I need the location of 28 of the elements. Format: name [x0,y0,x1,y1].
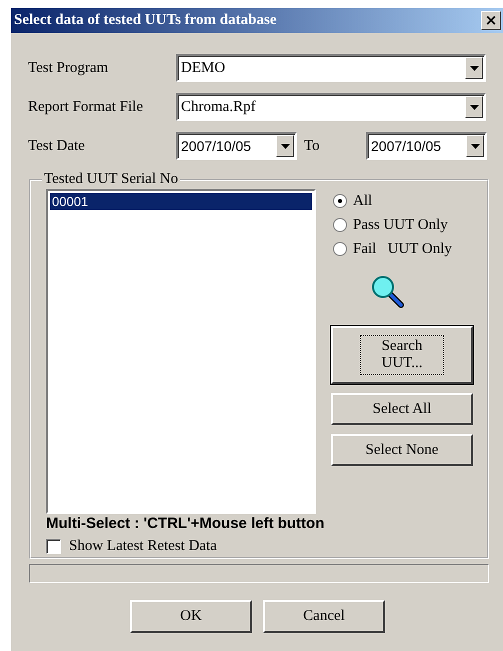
radio-label[interactable]: Pass UUT Only [353,216,448,234]
field-label: Report Format File [28,98,144,116]
dialog-button[interactable]: Cancel [263,600,385,633]
radio-label[interactable]: Fail UUT Only [353,240,452,258]
magnifier-icon [371,275,405,309]
list-item[interactable]: 00001 [50,193,312,210]
radio-button[interactable] [333,194,347,208]
window-title: Select data of tested UUTs from database [14,12,276,29]
radio-button[interactable] [333,218,347,232]
date-picker[interactable]: 2007/10/05 [366,132,487,160]
field-label: Test Program [28,60,110,76]
combo-box[interactable]: DEMO [176,54,486,82]
action-button[interactable]: Select All [331,393,473,425]
serial-list[interactable]: 00001 [46,189,316,514]
dialog-button[interactable]: OK [130,600,252,633]
close-button[interactable]: × [481,11,501,30]
radio-label[interactable]: All [353,192,372,210]
action-button[interactable]: Search UUT... [331,326,473,384]
hint-text: Multi-Select : 'CTRL'+Mouse left button [46,515,326,532]
radio-button[interactable] [333,242,347,256]
action-button[interactable]: Select None [331,434,473,466]
group-title: Tested UUT Serial No [43,171,180,188]
combo-box[interactable]: Chroma.Rpf [176,93,486,121]
date-picker[interactable]: 2007/10/05 [176,132,297,160]
field-label: Test Date [28,138,86,154]
checkbox[interactable] [46,539,61,554]
checkbox-label[interactable]: Show Latest Retest Data [69,538,217,555]
to-label: To [303,138,321,154]
